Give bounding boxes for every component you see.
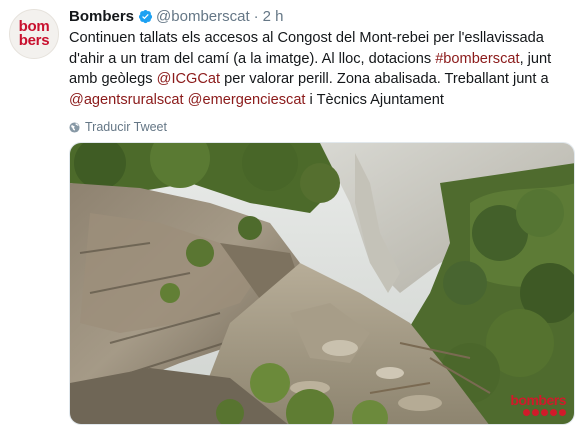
globe-icon xyxy=(69,121,80,133)
display-name[interactable]: Bombers xyxy=(69,8,134,25)
landslide-photo xyxy=(70,143,574,424)
verified-badge-icon xyxy=(138,9,153,23)
watermark-dots xyxy=(510,409,566,416)
timestamp[interactable]: 2 h xyxy=(263,8,284,25)
user-handle[interactable]: @bomberscat xyxy=(156,8,250,25)
image-watermark: bombers xyxy=(510,392,566,416)
tweet-header: Bombers @bomberscat · 2 h xyxy=(69,5,575,27)
avatar-text-line2: bers xyxy=(18,32,50,49)
translate-label: Traducir Tweet xyxy=(85,120,167,134)
tweet-text: Continuen tallats els accesos al Congost… xyxy=(69,28,575,110)
translate-tweet-button[interactable]: Traducir Tweet xyxy=(69,119,575,135)
mention-link[interactable]: @agentsruralscat xyxy=(69,92,184,108)
tweet-image[interactable]: bombers xyxy=(69,142,575,425)
avatar[interactable]: bom bers xyxy=(9,9,59,59)
tweet: Bombers @bomberscat · 2 h Continuen tall… xyxy=(69,5,575,135)
hashtag-link[interactable]: #bomberscat xyxy=(435,51,519,67)
tweet-text-part: per valorar perill. Zona abalisada. Treb… xyxy=(220,71,549,87)
tweet-text-part: i Tècnics Ajuntament xyxy=(305,91,444,108)
mention-link[interactable]: @ICGCat xyxy=(157,71,220,87)
separator-dot: · xyxy=(253,7,259,25)
mention-link[interactable]: @emergenciescat xyxy=(188,92,306,108)
watermark-text: bombers xyxy=(510,392,566,408)
